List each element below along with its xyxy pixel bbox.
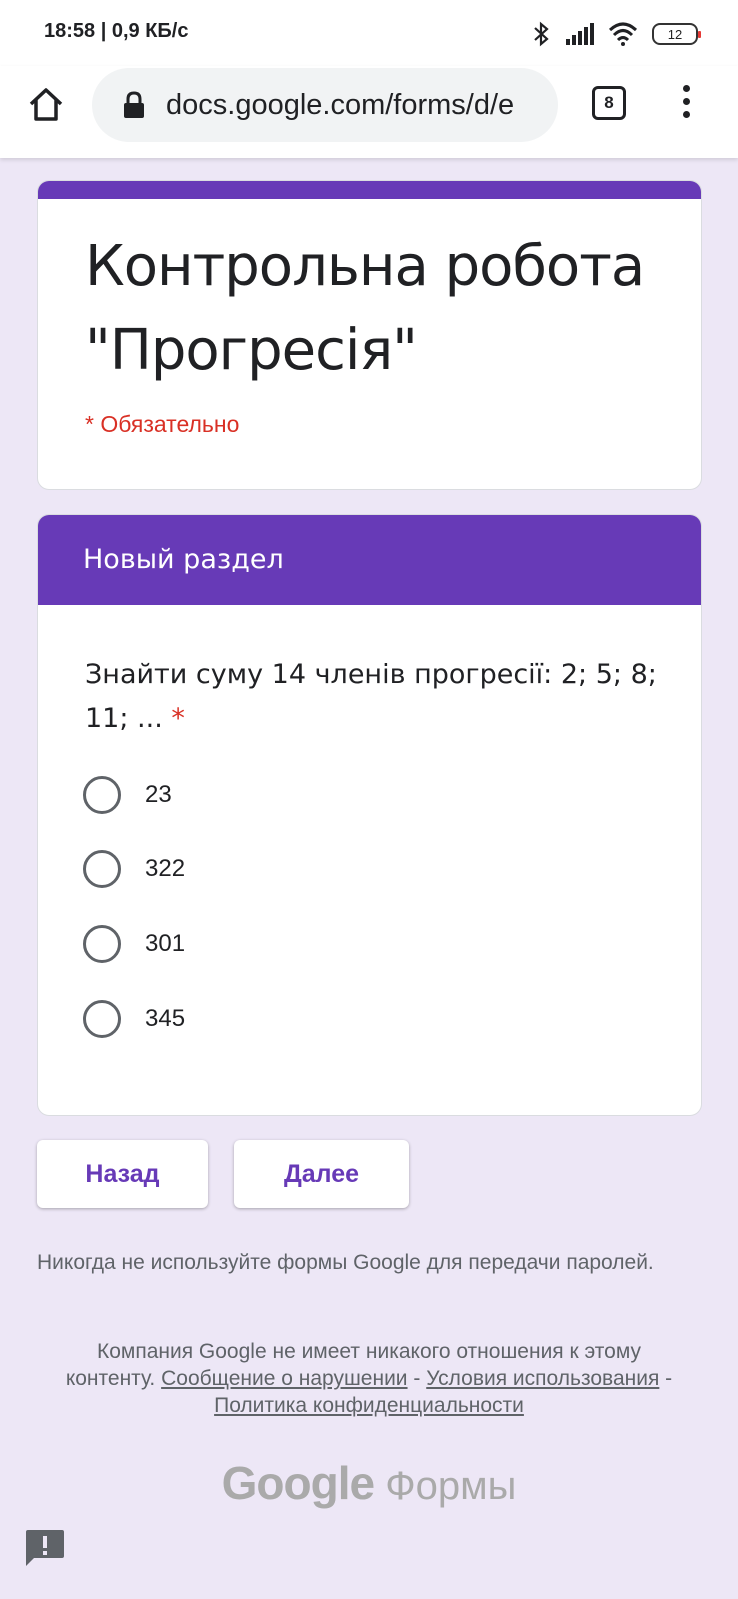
form-title-card: Контрольна робота "Прогресія" * Обязател… (37, 180, 702, 490)
terms-link[interactable]: Условия использования (426, 1367, 659, 1390)
status-time: 18:58 | 0,9 КБ/с (44, 20, 189, 42)
battery-icon: 12 (652, 23, 701, 45)
title-accent-bar (38, 181, 701, 199)
radio-button[interactable] (83, 925, 121, 963)
option-label: 345 (145, 1005, 186, 1032)
back-button[interactable]: Назад (37, 1140, 208, 1208)
google-forms-logo[interactable]: Google Формы (0, 1456, 738, 1510)
radio-option[interactable]: 23 (83, 775, 172, 815)
signal-icon (566, 23, 594, 45)
form-title-line1: Контрольна робота (85, 234, 645, 299)
report-abuse-link[interactable]: Сообщение о нарушении (161, 1367, 407, 1390)
section-card: Новый раздел Знайти суму 14 членів прогр… (37, 514, 702, 1116)
home-icon[interactable] (26, 84, 66, 124)
browser-toolbar: docs.google.com/forms/d/e 8 (0, 66, 738, 158)
wifi-icon (608, 22, 638, 46)
more-vert-icon[interactable] (674, 80, 698, 124)
next-button[interactable]: Далее (234, 1140, 409, 1208)
section-title: Новый раздел (38, 515, 701, 605)
tab-count: 8 (604, 93, 614, 112)
option-label: 301 (145, 930, 186, 957)
lock-icon (124, 91, 144, 118)
disclaimer: Компания Google не имеет никакого отноше… (60, 1338, 678, 1419)
brand-google: Google (221, 1457, 375, 1509)
feedback-icon[interactable] (24, 1528, 66, 1568)
privacy-link[interactable]: Политика конфиденциальности (214, 1394, 524, 1417)
required-note: * Обязательно (85, 411, 240, 437)
bluetooth-icon (534, 21, 549, 47)
form-title-line2: "Прогресія" (85, 318, 418, 383)
battery-level: 12 (667, 26, 683, 42)
brand-forms: Формы (385, 1464, 517, 1508)
url-text: docs.google.com/forms/d/e (166, 88, 515, 121)
separator: - (413, 1367, 421, 1390)
radio-option[interactable]: 301 (83, 924, 185, 964)
radio-option[interactable]: 322 (83, 849, 185, 889)
option-label: 23 (145, 781, 172, 808)
status-bar: 18:58 | 0,9 КБ/с 12 (0, 0, 738, 66)
form-title: Контрольна робота "Прогресія" (85, 225, 685, 393)
tabs-icon[interactable]: 8 (592, 86, 626, 120)
radio-option[interactable]: 345 (83, 999, 185, 1039)
radio-button[interactable] (83, 1000, 121, 1038)
password-warning: Никогда не используйте формы Google для … (37, 1251, 654, 1274)
address-bar[interactable]: docs.google.com/forms/d/e (92, 68, 558, 142)
question-text: Знайти суму 14 членів прогресії: 2; 5; 8… (85, 653, 665, 741)
required-mark: * (171, 703, 185, 734)
radio-button[interactable] (83, 776, 121, 814)
radio-button[interactable] (83, 850, 121, 888)
separator: - (665, 1367, 673, 1390)
status-icons: 12 (532, 20, 701, 48)
option-label: 322 (145, 855, 186, 882)
